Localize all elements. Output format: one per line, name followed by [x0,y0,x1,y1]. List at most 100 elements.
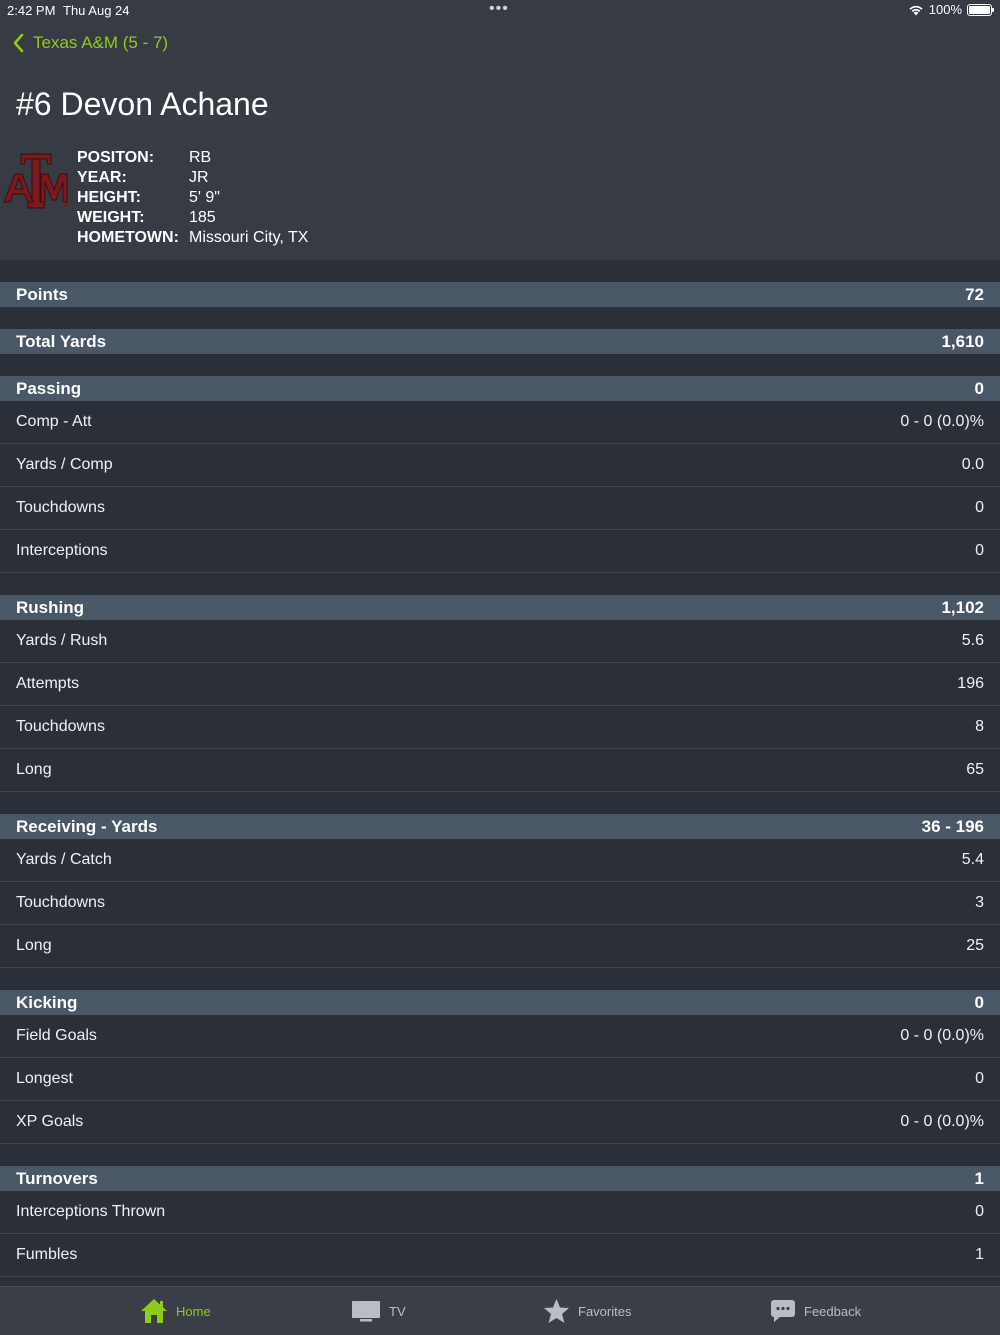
section-header-total-yards: Total Yards 1,610 [0,329,1000,354]
stat-row: Attempts 196 [0,663,1000,706]
stat-row: Field Goals 0 - 0 (0.0)% [0,1015,1000,1058]
tab-home[interactable]: Home [140,1287,211,1335]
info-value-position: RB [189,149,212,166]
section-title: Passing [16,378,82,398]
stat-value: 0 - 0 (0.0)% [900,1113,984,1130]
stat-row: Yards / Rush 5.6 [0,620,1000,663]
stat-label: Yards / Comp [16,456,113,473]
status-time: 2:42 PM [7,3,56,18]
section-title: Points [16,284,68,304]
stat-value: 3 [975,894,984,911]
stat-label: Yards / Rush [16,632,108,649]
info-label-weight: WEIGHT: [77,209,145,226]
stat-row: Touchdowns 3 [0,882,1000,925]
star-icon [544,1299,569,1323]
stat-label: Touchdowns [16,894,105,911]
stat-label: Long [16,937,52,954]
tab-label: Favorites [578,1303,632,1319]
back-label: Texas A&M (5 - 7) [33,33,169,52]
tv-icon [352,1301,380,1322]
section-header-rushing: Rushing 1,102 [0,595,1000,620]
section-header-passing: Passing 0 [0,376,1000,401]
stat-value: 0 - 0 (0.0)% [900,1027,984,1044]
stat-row: Comp - Att 0 - 0 (0.0)% [0,401,1000,444]
chat-icon [771,1300,795,1322]
stat-value: 0 [975,1070,984,1087]
stat-row: Yards / Catch 5.4 [0,839,1000,882]
section-title: Kicking [16,992,78,1012]
stat-value: 1 [975,1246,984,1263]
status-bar: 2:42 PM Thu Aug 24 ••• 100% [0,0,1000,22]
section-value: 1,610 [941,331,984,351]
info-label-position: POSITON: [77,149,155,166]
stat-value: 0.0 [961,456,984,473]
tab-label: TV [389,1303,406,1319]
stat-label: Interceptions [16,542,108,559]
section-title: Turnovers [16,1168,98,1188]
stat-value: 5.6 [961,632,984,649]
stat-row: Touchdowns 0 [0,487,1000,530]
player-header: 2:42 PM Thu Aug 24 ••• 100% Texas A&M (5… [0,0,1000,260]
tab-bar: Home TV Favorites Feedback [0,1286,1000,1335]
stat-value: 0 [975,542,984,559]
tab-label: Home [176,1303,211,1319]
section-value: 0 [974,378,984,398]
section-title: Rushing [16,597,84,617]
stat-label: Comp - Att [16,413,92,430]
stat-row: Yards / Comp 0.0 [0,444,1000,487]
section-header-kicking: Kicking 0 [0,990,1000,1015]
stat-label: Long [16,761,52,778]
info-label-height: HEIGHT: [77,189,141,206]
page-title: #6 Devon Achane [16,86,269,122]
multitasking-dots-icon[interactable]: ••• [489,0,509,18]
info-label-hometown: HOMETOWN: [77,229,179,246]
stat-label: Touchdowns [16,718,105,735]
stat-label: Touchdowns [16,499,105,516]
stat-label: Yards / Catch [16,851,112,868]
info-value-hometown: Missouri City, TX [189,229,309,246]
status-right: 100% [908,2,994,17]
back-button[interactable]: Texas A&M (5 - 7) [12,33,168,53]
stat-label: Interceptions Thrown [16,1203,166,1220]
stat-row: Longest 0 [0,1058,1000,1101]
player-info: POSITON: RB YEAR: JR HEIGHT: 5' 9" WEIGH… [77,148,308,248]
stat-row: Long 65 [0,749,1000,792]
tab-feedback[interactable]: Feedback [770,1287,861,1335]
info-value-weight: 185 [189,209,216,226]
stat-row: Long 25 [0,925,1000,968]
stat-value: 25 [966,937,984,954]
stats-list[interactable]: Points 72 Total Yards 1,610 Passing 0 Co… [0,260,1000,1277]
home-icon [141,1299,167,1323]
stat-value: 8 [975,718,984,735]
info-label-year: YEAR: [77,169,127,186]
stat-value: 65 [966,761,984,778]
stat-row: Touchdowns 8 [0,706,1000,749]
stat-value: 0 - 0 (0.0)% [900,413,984,430]
tab-favorites[interactable]: Favorites [543,1287,631,1335]
stat-row: Fumbles 1 [0,1234,1000,1277]
stat-label: Longest [16,1070,73,1087]
team-logo [3,153,68,209]
section-title: Receiving - Yards [16,816,158,836]
section-value: 36 - 196 [921,816,984,836]
stat-label: Fumbles [16,1246,78,1263]
info-value-height: 5' 9" [189,189,220,206]
battery-icon [967,3,994,16]
battery-percent: 100% [928,2,962,17]
stat-label: Attempts [16,675,80,692]
stat-row: XP Goals 0 - 0 (0.0)% [0,1101,1000,1144]
section-title: Total Yards [16,331,107,351]
stat-row: Interceptions Thrown 0 [0,1191,1000,1234]
section-header-points: Points 72 [0,282,1000,307]
stat-value: 5.4 [961,851,984,868]
status-date: Thu Aug 24 [63,3,130,18]
stat-value: 196 [957,675,984,692]
section-value: 0 [974,992,984,1012]
stat-label: XP Goals [16,1113,84,1130]
section-value: 1,102 [941,597,984,617]
section-value: 1 [974,1168,984,1188]
stat-row: Interceptions 0 [0,530,1000,573]
tab-tv[interactable]: TV [351,1287,406,1335]
chevron-left-icon [13,33,24,53]
tab-label: Feedback [804,1303,862,1319]
